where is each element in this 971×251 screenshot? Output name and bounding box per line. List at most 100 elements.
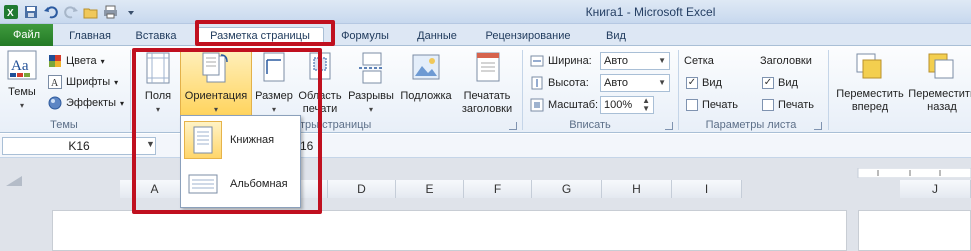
themes-button[interactable]: Aa Темы ▾ (4, 50, 40, 112)
checkbox-checked-icon[interactable]: ✓ (686, 77, 698, 89)
orientation-portrait-option[interactable]: Книжная (184, 120, 297, 160)
height-value: Авто (604, 77, 628, 89)
fit-launcher-icon[interactable] (665, 122, 673, 130)
tab-home[interactable]: Главная (62, 28, 118, 46)
width-icon (530, 54, 544, 68)
breaks-label: Разрывы (348, 90, 394, 102)
title-bar: X Книга1 - Microsoft Excel (0, 0, 971, 24)
page-preview[interactable] (52, 210, 847, 251)
tab-review[interactable]: Рецензирование (478, 28, 578, 46)
tab-page-layout[interactable]: Разметка страницы (196, 27, 324, 47)
column-header[interactable]: G (532, 180, 602, 198)
print-titles-button[interactable]: Печатать заголовки (458, 52, 516, 116)
name-box[interactable]: K16 (2, 137, 156, 155)
page-setup-launcher-icon[interactable] (509, 122, 517, 130)
chevron-down-icon: ▾ (19, 101, 24, 110)
headings-view-label: Вид (778, 77, 798, 89)
checkbox-checked-icon[interactable]: ✓ (762, 77, 774, 89)
sheet-options-launcher-icon[interactable] (814, 122, 822, 130)
column-header[interactable]: E (396, 180, 464, 198)
print-area-label-line2: печати (302, 103, 338, 115)
print-titles-icon (458, 52, 516, 88)
send-backward-label-line1: Переместить (908, 88, 971, 100)
themes-icon: Aa (4, 50, 40, 84)
effects-icon (48, 96, 62, 110)
print-area-label-line1: Область (298, 90, 342, 102)
group-divider (678, 50, 679, 130)
landscape-label: Альбомная (230, 178, 288, 190)
themes-label: Темы (8, 86, 36, 98)
print-titles-label-line1: Печатать (463, 90, 511, 102)
column-header[interactable]: H (602, 180, 672, 198)
gridlines-print-label: Печать (702, 99, 739, 111)
chevron-down-icon[interactable]: ▼ (146, 139, 155, 149)
group-divider (130, 50, 131, 130)
send-backward-icon (906, 52, 971, 86)
theme-fonts-button[interactable]: A Шрифты ▾ (48, 73, 118, 91)
ribbon: Aa Темы ▾ Цвета ▾ A Шрифты ▾ Эффекты ▾ Т… (0, 46, 971, 133)
page-setup-group-label: тры страницы (300, 119, 372, 131)
formula-content[interactable]: 16 (300, 139, 313, 153)
colors-icon (48, 54, 62, 68)
orientation-button[interactable]: Ориентация ▾ (180, 48, 252, 116)
fonts-label: Шрифты (66, 76, 111, 88)
column-header[interactable]: D (328, 180, 396, 198)
tab-insert[interactable]: Вставка (126, 28, 186, 46)
headings-heading: Заголовки (760, 55, 812, 67)
width-select[interactable]: Авто ▼ (600, 52, 670, 70)
bring-forward-button[interactable]: Переместить вперед (834, 52, 906, 114)
theme-effects-button[interactable]: Эффекты ▾ (48, 94, 124, 112)
send-backward-label-line2: назад (927, 101, 957, 113)
headings-print-label: Печать (778, 99, 815, 111)
height-select[interactable]: Авто ▼ (600, 74, 670, 92)
bring-forward-icon (834, 52, 906, 86)
margins-button[interactable]: Поля ▾ (140, 52, 176, 116)
headings-print-toggle[interactable]: Печать (762, 96, 814, 114)
send-backward-button[interactable]: Переместить назад (906, 52, 971, 114)
tab-file[interactable]: Файл (0, 24, 53, 46)
column-header[interactable]: F (464, 180, 532, 198)
background-button[interactable]: Подложка (398, 52, 454, 103)
themes-group-label: Темы (50, 119, 78, 131)
checkbox-unchecked-icon[interactable] (762, 99, 774, 111)
size-label: Размер (255, 90, 293, 102)
print-titles-label-line2: заголовки (461, 103, 513, 115)
fit-group-label: Вписать (569, 119, 611, 131)
width-label: Ширина: (548, 55, 592, 67)
svg-text:A: A (51, 78, 59, 89)
gridlines-print-toggle[interactable]: Печать (686, 96, 738, 114)
print-area-button[interactable]: Область печати (296, 52, 344, 116)
column-headers: A B C D E F G H I J (0, 180, 971, 198)
effects-label: Эффекты (66, 97, 117, 109)
fit-scale: Масштаб: 100% ▲ ▼ (530, 96, 654, 114)
breaks-icon (346, 52, 396, 88)
chevron-down-icon: ▾ (120, 98, 125, 108)
scale-spinner[interactable]: 100% ▲ ▼ (600, 96, 654, 114)
chevron-down-icon: ▾ (155, 105, 160, 114)
background-icon (398, 52, 454, 88)
scale-value: 100% (604, 99, 633, 111)
worksheet-area: A B C D E F G H I J (0, 158, 971, 251)
tab-view[interactable]: Вид (598, 28, 634, 46)
tab-data[interactable]: Данные (407, 28, 467, 46)
page-preview[interactable] (858, 210, 971, 251)
theme-colors-button[interactable]: Цвета ▾ (48, 52, 105, 70)
window-title: Книга1 - Microsoft Excel (585, 5, 716, 19)
orientation-landscape-option[interactable]: Альбомная (184, 164, 297, 204)
gridlines-view-toggle[interactable]: ✓ Вид (686, 74, 722, 92)
column-header[interactable]: I (672, 180, 742, 198)
tab-formulas[interactable]: Формулы (334, 28, 396, 46)
group-divider (828, 50, 829, 130)
group-divider (522, 50, 523, 130)
portrait-label: Книжная (230, 134, 275, 146)
chevron-down-icon: ▾ (368, 105, 373, 114)
spinner-arrows-icon: ▲ ▼ (642, 96, 650, 113)
breaks-button[interactable]: Разрывы ▾ (346, 52, 396, 116)
checkbox-unchecked-icon[interactable] (686, 99, 698, 111)
column-header[interactable]: J (900, 180, 971, 198)
headings-view-toggle[interactable]: ✓ Вид (762, 74, 798, 92)
orientation-label: Ориентация (184, 90, 248, 102)
horizontal-ruler (0, 167, 971, 179)
size-button[interactable]: Размер ▾ (254, 52, 294, 116)
scale-label: Масштаб: (548, 99, 599, 111)
